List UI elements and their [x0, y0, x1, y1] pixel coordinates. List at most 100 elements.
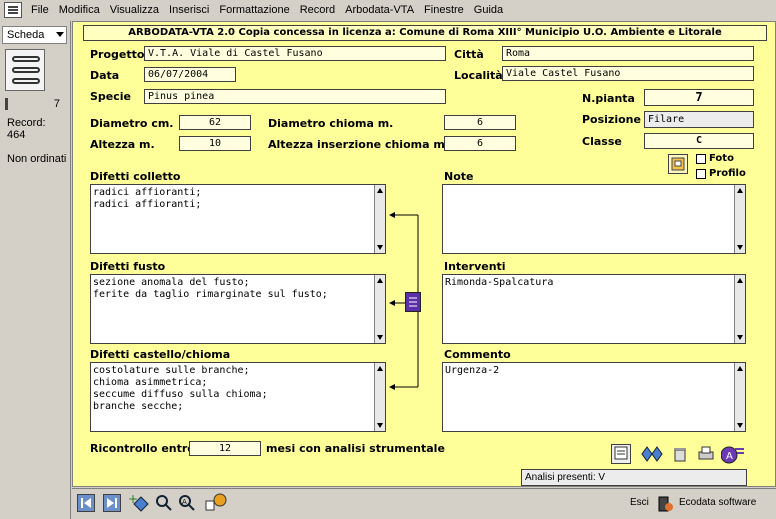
scrollbar[interactable]: [374, 363, 385, 431]
menu-guida[interactable]: Guida: [469, 4, 508, 16]
posizione-label: Posizione: [582, 113, 641, 126]
menu-finestre[interactable]: Finestre: [419, 4, 469, 16]
sort-status: Non ordinati: [7, 153, 67, 165]
scrollbar[interactable]: [374, 275, 385, 343]
sort-icon[interactable]: [204, 493, 228, 513]
current-record-number[interactable]: 7: [54, 98, 60, 110]
analisi-presenti-field: Analisi presenti: V: [521, 469, 747, 486]
interventi-textarea[interactable]: Rimonda-Spalcatura: [442, 274, 746, 344]
chevron-down-icon: [56, 32, 64, 37]
text-line: radici affioranti;: [93, 187, 202, 198]
scrollbar[interactable]: [734, 275, 745, 343]
menu-inserisci[interactable]: Inserisci: [164, 4, 214, 16]
first-record-icon[interactable]: [77, 494, 95, 512]
scrollbar[interactable]: [734, 185, 745, 253]
trash-icon[interactable]: [671, 445, 689, 463]
classe-label: Classe: [582, 135, 622, 148]
search-icon[interactable]: [154, 493, 174, 513]
exit-door-icon[interactable]: [656, 495, 674, 513]
interventi-label: Interventi: [444, 260, 506, 273]
book-ring: [12, 78, 40, 84]
foto-checkbox[interactable]: [696, 154, 706, 164]
find-replace-icon[interactable]: A: [178, 493, 200, 513]
diametro-chioma-field[interactable]: 6: [444, 115, 516, 130]
text-line: ferite da taglio rimarginate sul fusto;: [93, 289, 328, 300]
menu-arbodata-vta[interactable]: Arbodata-VTA: [340, 4, 419, 16]
menu-visualizza[interactable]: Visualizza: [105, 4, 164, 16]
svg-text:A: A: [726, 451, 733, 462]
data-field[interactable]: 06/07/2004: [144, 67, 236, 82]
record-label: Record:: [7, 117, 46, 129]
scrollbar[interactable]: [374, 185, 385, 253]
form-header: ARBODATA-VTA 2.0 Copia concessa in licen…: [83, 25, 767, 41]
difetti-fusto-label: Difetti fusto: [90, 260, 166, 273]
difetti-colletto-label: Difetti colletto: [90, 170, 181, 183]
new-record-icon[interactable]: +: [128, 492, 150, 513]
status-pane: Scheda 7 Record: 464 Non ordinati: [0, 21, 71, 519]
npianta-label: N.pianta: [582, 92, 635, 105]
specie-field[interactable]: Pinus pinea: [144, 89, 446, 104]
posizione-select[interactable]: Filare: [644, 111, 754, 128]
defects-list-icon[interactable]: [405, 292, 421, 312]
localita-field[interactable]: Viale Castel Fusano: [502, 66, 754, 81]
note-textarea[interactable]: [442, 184, 746, 254]
scrollbar[interactable]: [734, 363, 745, 431]
brand-label: Ecodata software: [679, 497, 757, 508]
difetti-castello-textarea[interactable]: costolature sulle branche; chioma asimme…: [90, 362, 386, 432]
difetti-fusto-textarea[interactable]: sezione anomala del fusto; ferite da tag…: [90, 274, 386, 344]
text-line: sezione anomala del fusto;: [93, 277, 250, 288]
diametro-chioma-label: Diametro chioma m.: [268, 117, 394, 130]
altezza-label: Altezza m.: [90, 138, 155, 151]
classe-field[interactable]: C: [644, 133, 754, 149]
note-label: Note: [444, 170, 474, 183]
commento-label: Commento: [444, 348, 511, 361]
profilo-checkbox[interactable]: [696, 169, 706, 179]
text-line: radici affioranti;: [93, 199, 202, 210]
ricontrollo-label: Ricontrollo entro: [90, 442, 195, 455]
text-line: chioma asimmetrica;: [93, 377, 208, 388]
diametro-field[interactable]: 62: [179, 115, 251, 130]
layout-select[interactable]: Scheda: [2, 26, 67, 44]
progetto-field[interactable]: V.T.A. Viale di Castel Fusano: [144, 46, 446, 61]
citta-field[interactable]: Roma: [502, 46, 754, 61]
record-book-icon[interactable]: [5, 49, 45, 91]
altezza-inserzione-field[interactable]: 6: [444, 136, 516, 151]
altezza-field[interactable]: 10: [179, 136, 251, 151]
menu-record[interactable]: Record: [295, 4, 340, 16]
npianta-field[interactable]: 7: [644, 89, 754, 106]
specie-label: Specie: [90, 90, 132, 103]
commento-textarea[interactable]: Urgenza-2: [442, 362, 746, 432]
bottom-toolbar: + A Esci Ecodata software: [72, 488, 776, 519]
difetti-castello-label: Difetti castello/chioma: [90, 348, 231, 361]
menu-modifica[interactable]: Modifica: [54, 4, 105, 16]
record-slider[interactable]: 7: [5, 98, 60, 114]
print-preview-icon[interactable]: [611, 444, 631, 464]
record-total: 464: [7, 129, 26, 141]
record-form: ARBODATA-VTA 2.0 Copia concessa in licen…: [72, 21, 776, 487]
citta-label: Città: [454, 48, 484, 61]
ricontrollo-field[interactable]: 12: [189, 441, 261, 456]
text-line: Rimonda-Spalcatura: [445, 277, 554, 288]
record-slider-handle[interactable]: [5, 98, 8, 110]
printer-icon[interactable]: [697, 445, 715, 463]
profilo-label: Profilo: [709, 168, 746, 179]
last-record-icon[interactable]: [103, 494, 121, 512]
data-label: Data: [90, 69, 120, 82]
ricontrollo-suffix-label: mesi con analisi strumentale: [266, 442, 445, 455]
menu-formattazione[interactable]: Formattazione: [214, 4, 294, 16]
app-window: File Modifica Visualizza Inserisci Forma…: [0, 0, 776, 519]
exit-label[interactable]: Esci: [630, 497, 649, 508]
text-line: seccume diffuso sulla chioma;: [93, 389, 268, 400]
navigate-records-icon[interactable]: [641, 445, 663, 463]
book-ring: [12, 56, 40, 62]
difetti-colletto-textarea[interactable]: radici affioranti; radici affioranti;: [90, 184, 386, 254]
text-line: Urgenza-2: [445, 365, 500, 376]
svg-text:A: A: [182, 498, 187, 506]
book-ring: [12, 67, 40, 73]
photo-icon[interactable]: [668, 154, 688, 174]
diametro-label: Diametro cm.: [90, 117, 174, 130]
foto-label: Foto: [709, 153, 734, 164]
menu-file[interactable]: File: [26, 4, 54, 16]
app-logo-icon[interactable]: [4, 2, 22, 18]
analysis-icon[interactable]: A: [720, 443, 745, 465]
